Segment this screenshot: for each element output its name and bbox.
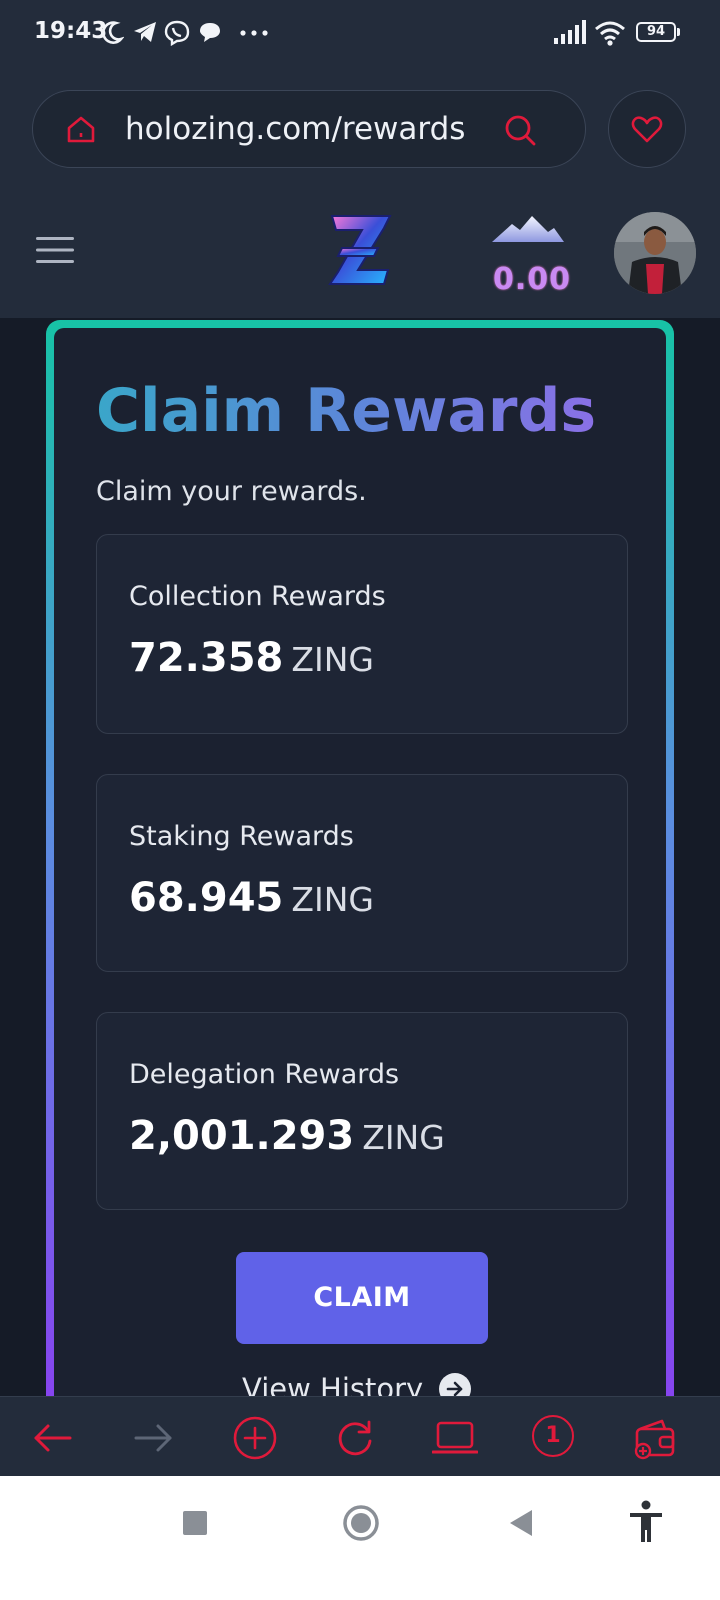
reward-label: Delegation Rewards: [129, 1059, 400, 1090]
reward-amount: 2,001.293 ZING: [129, 1113, 445, 1159]
status-time: 19:43: [34, 18, 108, 44]
reward-value: 2,001.293: [129, 1113, 355, 1159]
reward-amount: 68.945 ZING: [129, 875, 374, 921]
desktop-mode-icon[interactable]: [432, 1415, 478, 1461]
delegation-rewards-box: Delegation Rewards 2,001.293 ZING: [96, 1012, 628, 1210]
system-nav-bar: [0, 1476, 720, 1600]
back-triangle-icon[interactable]: [508, 1508, 534, 1538]
hamburger-menu-icon[interactable]: [36, 236, 74, 264]
page-title: Claim Rewards: [96, 376, 597, 446]
home-circle-icon[interactable]: [342, 1504, 380, 1542]
favorite-button[interactable]: [608, 90, 686, 168]
accessibility-icon[interactable]: [628, 1500, 664, 1544]
page-subtitle: Claim your rewards.: [96, 476, 367, 507]
status-bar: 19:43 94: [0, 0, 720, 70]
home-icon[interactable]: [65, 113, 97, 145]
reward-unit: ZING: [291, 640, 374, 679]
reward-unit: ZING: [291, 880, 374, 919]
signal-icon: [554, 20, 586, 44]
heart-icon: [631, 115, 663, 143]
wifi-icon: [594, 20, 626, 46]
back-arrow-icon[interactable]: [30, 1415, 76, 1461]
chat-bubble-icon: [198, 20, 222, 44]
browser-address-area: holozing.com/rewards: [0, 70, 720, 200]
staking-rewards-box: Staking Rewards 68.945 ZING: [96, 774, 628, 972]
reward-label: Collection Rewards: [129, 581, 386, 612]
collection-rewards-box: Collection Rewards 72.358 ZING: [96, 534, 628, 734]
browser-toolbar: 1: [0, 1396, 720, 1477]
reward-value: 68.945: [129, 875, 284, 921]
more-dots-icon: [240, 30, 268, 36]
reward-unit: ZING: [362, 1118, 445, 1157]
telegram-icon: [132, 20, 158, 44]
claim-rewards-card: Claim Rewards Claim your rewards. Collec…: [46, 320, 674, 1440]
mountain-icon: [492, 214, 564, 244]
site-header: 0.00: [0, 200, 720, 318]
tab-count: 1: [532, 1415, 574, 1457]
battery-icon: 94: [636, 22, 680, 42]
reward-amount: 72.358 ZING: [129, 635, 374, 681]
url-text[interactable]: holozing.com/rewards: [125, 111, 465, 147]
address-bar[interactable]: holozing.com/rewards: [32, 90, 586, 168]
tabs-icon[interactable]: 1: [532, 1415, 578, 1461]
reward-label: Staking Rewards: [129, 821, 354, 852]
claim-rewards-card-body: Claim Rewards Claim your rewards. Collec…: [54, 328, 666, 1440]
new-tab-icon[interactable]: [232, 1415, 278, 1461]
claim-button[interactable]: CLAIM: [236, 1252, 488, 1344]
balance-value: 0.00: [492, 262, 572, 297]
moon-icon: [100, 20, 124, 46]
viber-icon: [164, 20, 190, 46]
reload-icon[interactable]: [332, 1415, 378, 1461]
reward-value: 72.358: [129, 635, 284, 681]
recents-square-icon[interactable]: [182, 1510, 208, 1536]
wallet-icon[interactable]: [632, 1415, 678, 1461]
search-icon[interactable]: [503, 113, 537, 147]
forward-arrow-icon[interactable]: [130, 1415, 176, 1461]
holozing-logo[interactable]: [328, 212, 394, 290]
avatar[interactable]: [614, 212, 696, 294]
